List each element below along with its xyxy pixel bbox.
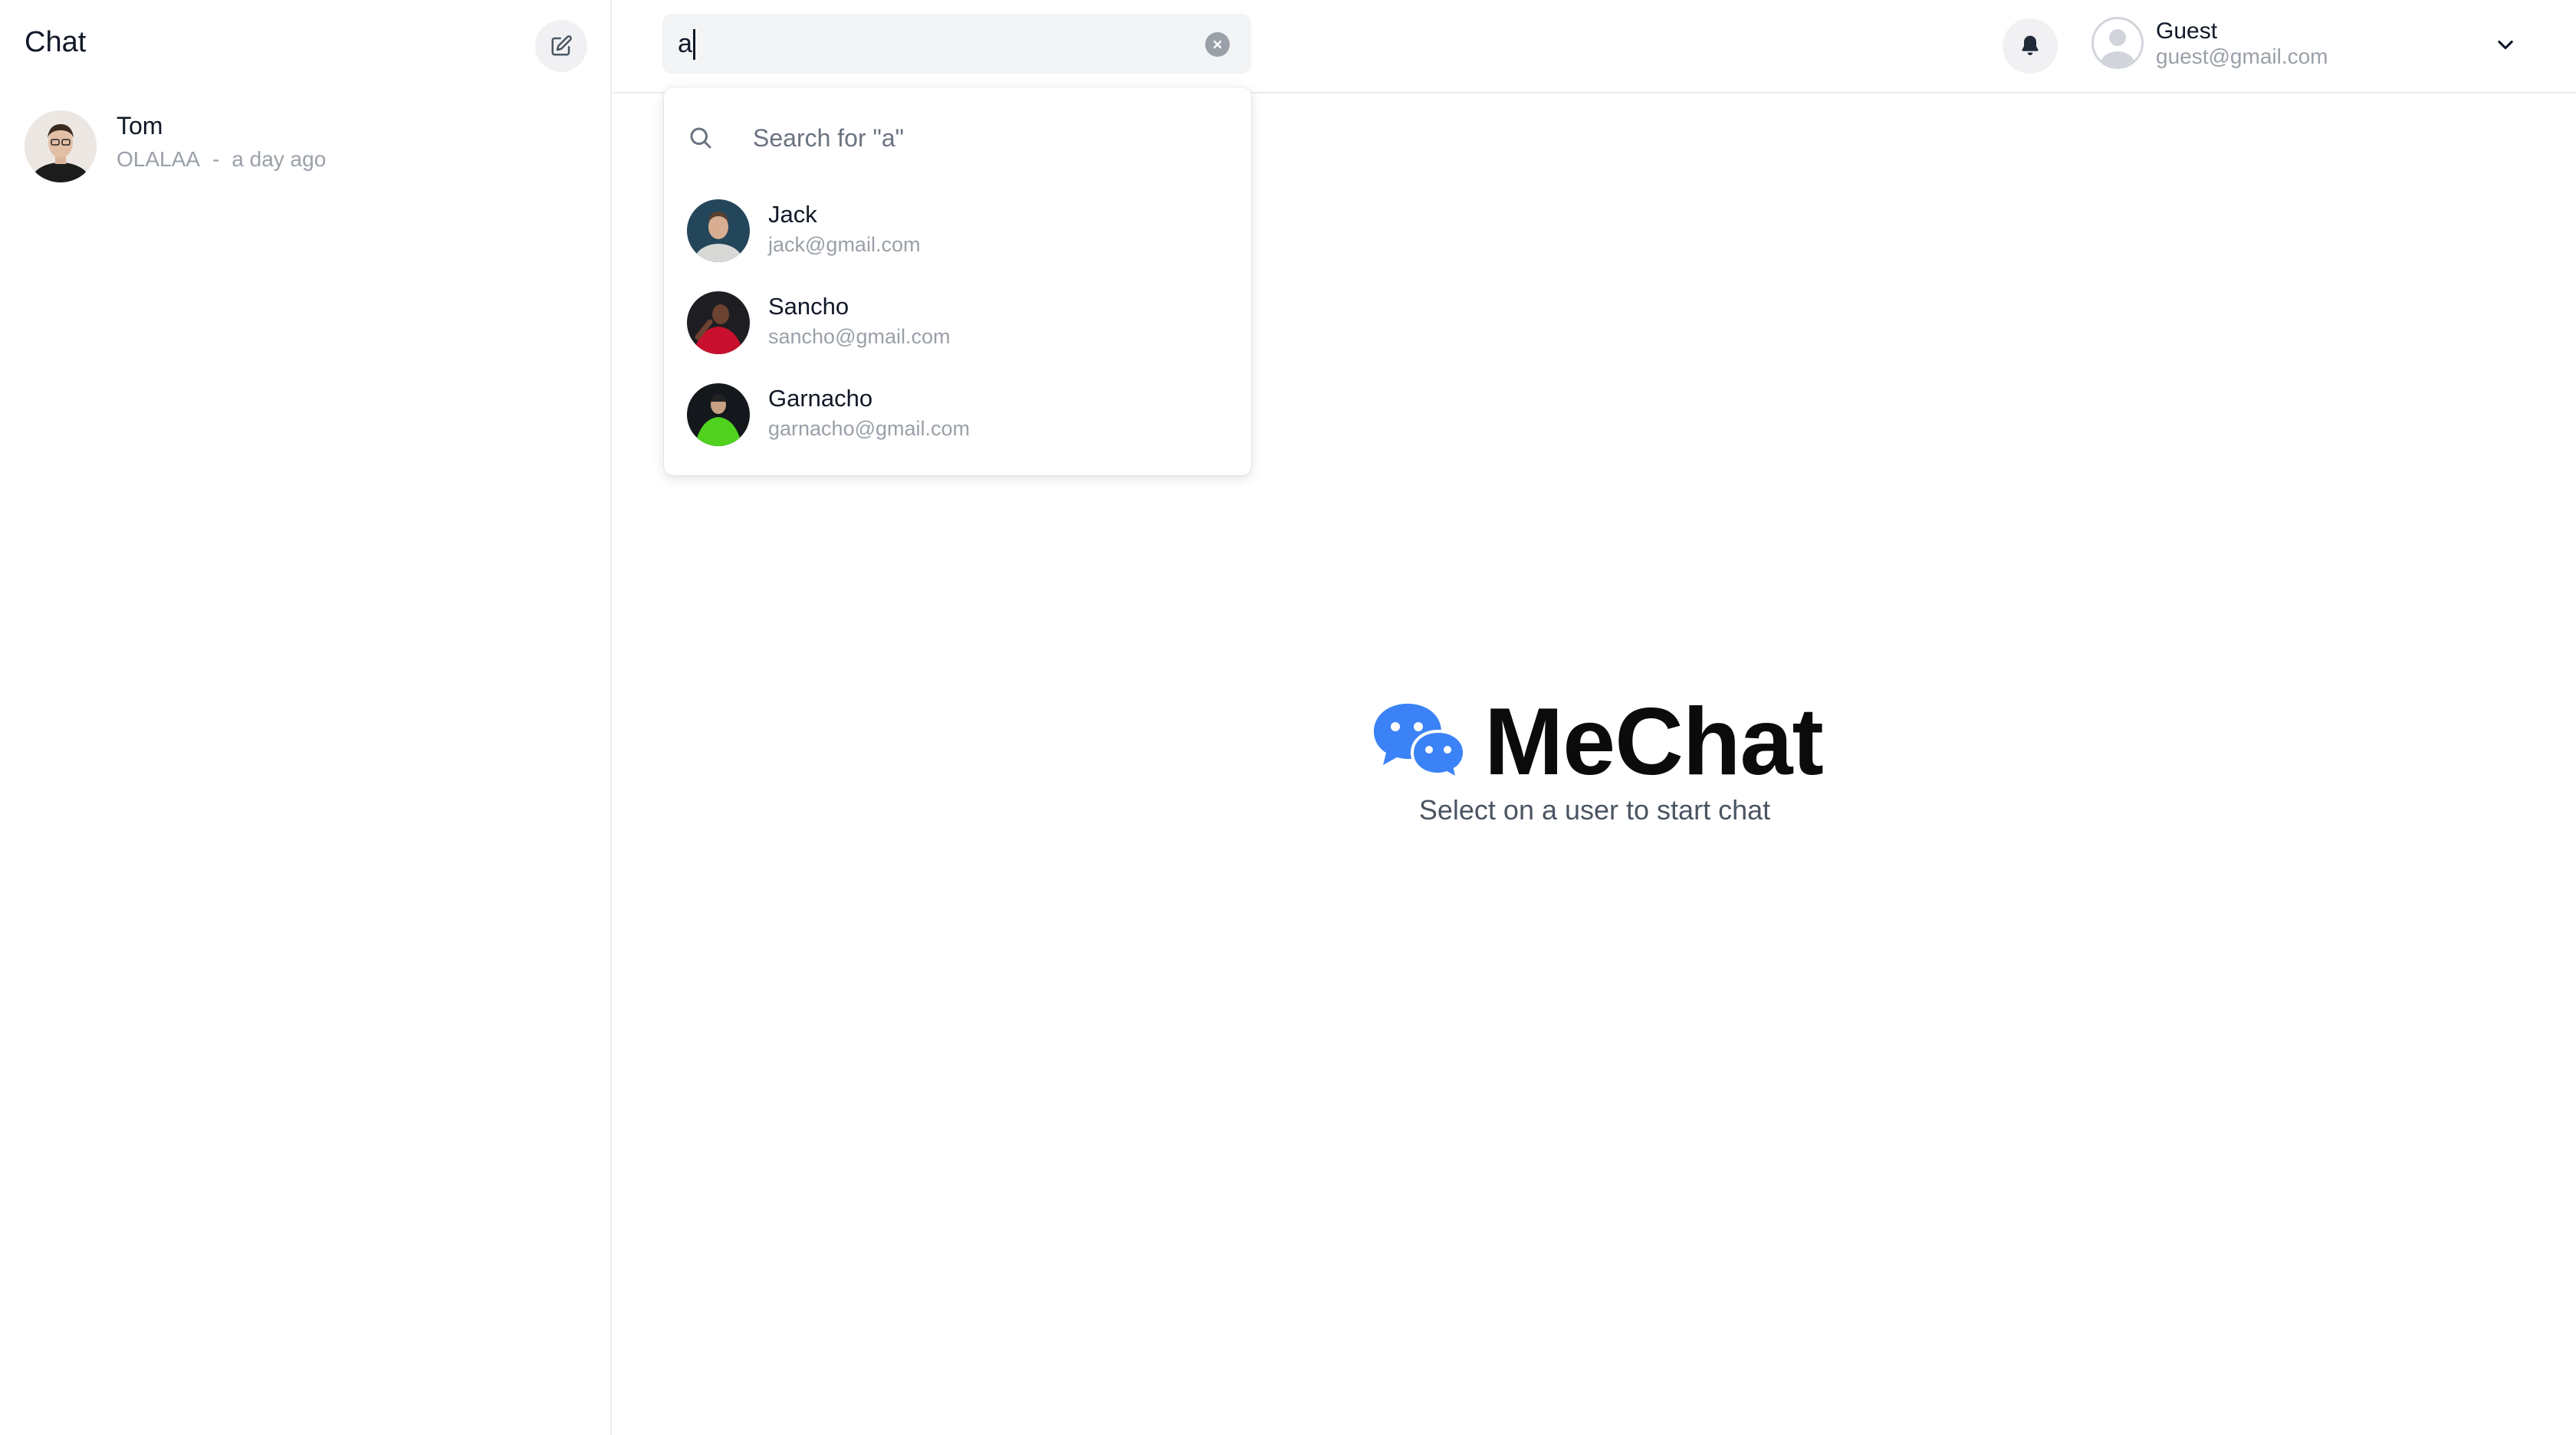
sidebar-title: Chat xyxy=(25,26,87,58)
chat-bubbles-icon xyxy=(1374,704,1467,780)
top-bar: Guest guest@gmail.com xyxy=(613,0,2576,94)
brand: MeChat xyxy=(1371,682,1831,797)
clear-icon xyxy=(1213,40,1222,49)
search-icon xyxy=(690,127,711,149)
bell-icon xyxy=(2022,35,2039,55)
user-name: Guest xyxy=(2156,18,2218,44)
sidebar-header: Chat xyxy=(0,0,610,92)
meta-separator: - xyxy=(212,147,220,171)
user-icon xyxy=(2101,29,2134,67)
search-for-option[interactable]: Search for "a" xyxy=(664,109,1251,167)
app: Chat Tom OLALAA - a day ago a Guest gues… xyxy=(0,0,2576,1435)
user-result-email: sancho@gmail.com xyxy=(768,325,951,348)
search-for-label: Search for "a" xyxy=(753,124,905,152)
user-menu-toggle[interactable] xyxy=(2490,29,2521,60)
user-menu[interactable]: Guest guest@gmail.com xyxy=(2091,17,2551,75)
user-result-item[interactable]: Jack jack@gmail.com xyxy=(664,189,1251,273)
user-result-email: jack@gmail.com xyxy=(768,233,921,256)
new-chat-button[interactable] xyxy=(535,20,587,72)
user-result-name: Garnacho xyxy=(768,385,873,412)
conversation-meta: OLALAA - a day ago xyxy=(117,147,326,172)
avatar xyxy=(25,110,97,182)
avatar xyxy=(687,383,750,446)
user-email: guest@gmail.com xyxy=(2156,44,2328,68)
compose-icon xyxy=(551,35,572,56)
brand-name: MeChat xyxy=(1484,689,1824,795)
user-result-email: garnacho@gmail.com xyxy=(768,417,971,440)
clear-search-button[interactable] xyxy=(1205,32,1230,57)
user-result-item[interactable]: Garnacho garnacho@gmail.com xyxy=(664,373,1251,457)
search-input[interactable] xyxy=(678,21,1176,66)
user-result-name: Sancho xyxy=(768,293,849,320)
empty-state-subtitle: Select on a user to start chat xyxy=(1418,794,1771,826)
notifications-button[interactable] xyxy=(2003,18,2058,74)
user-result-item[interactable]: Sancho sancho@gmail.com xyxy=(664,281,1251,365)
last-message: OLALAA xyxy=(117,147,200,171)
sidebar: Chat Tom OLALAA - a day ago xyxy=(0,0,612,1435)
user-avatar xyxy=(2091,17,2144,69)
search-dropdown: Search for "a" Jack jack@gmail.com Sanch… xyxy=(664,87,1251,475)
last-message-time: a day ago xyxy=(232,147,327,171)
user-result-name: Jack xyxy=(768,201,817,228)
conversation-item[interactable]: Tom OLALAA - a day ago xyxy=(0,100,610,192)
text-caret xyxy=(693,29,695,60)
conversation-name: Tom xyxy=(117,112,163,140)
avatar xyxy=(687,199,750,262)
chevron-down-icon xyxy=(2498,40,2513,50)
avatar xyxy=(687,291,750,354)
search-box[interactable] xyxy=(662,14,1251,74)
